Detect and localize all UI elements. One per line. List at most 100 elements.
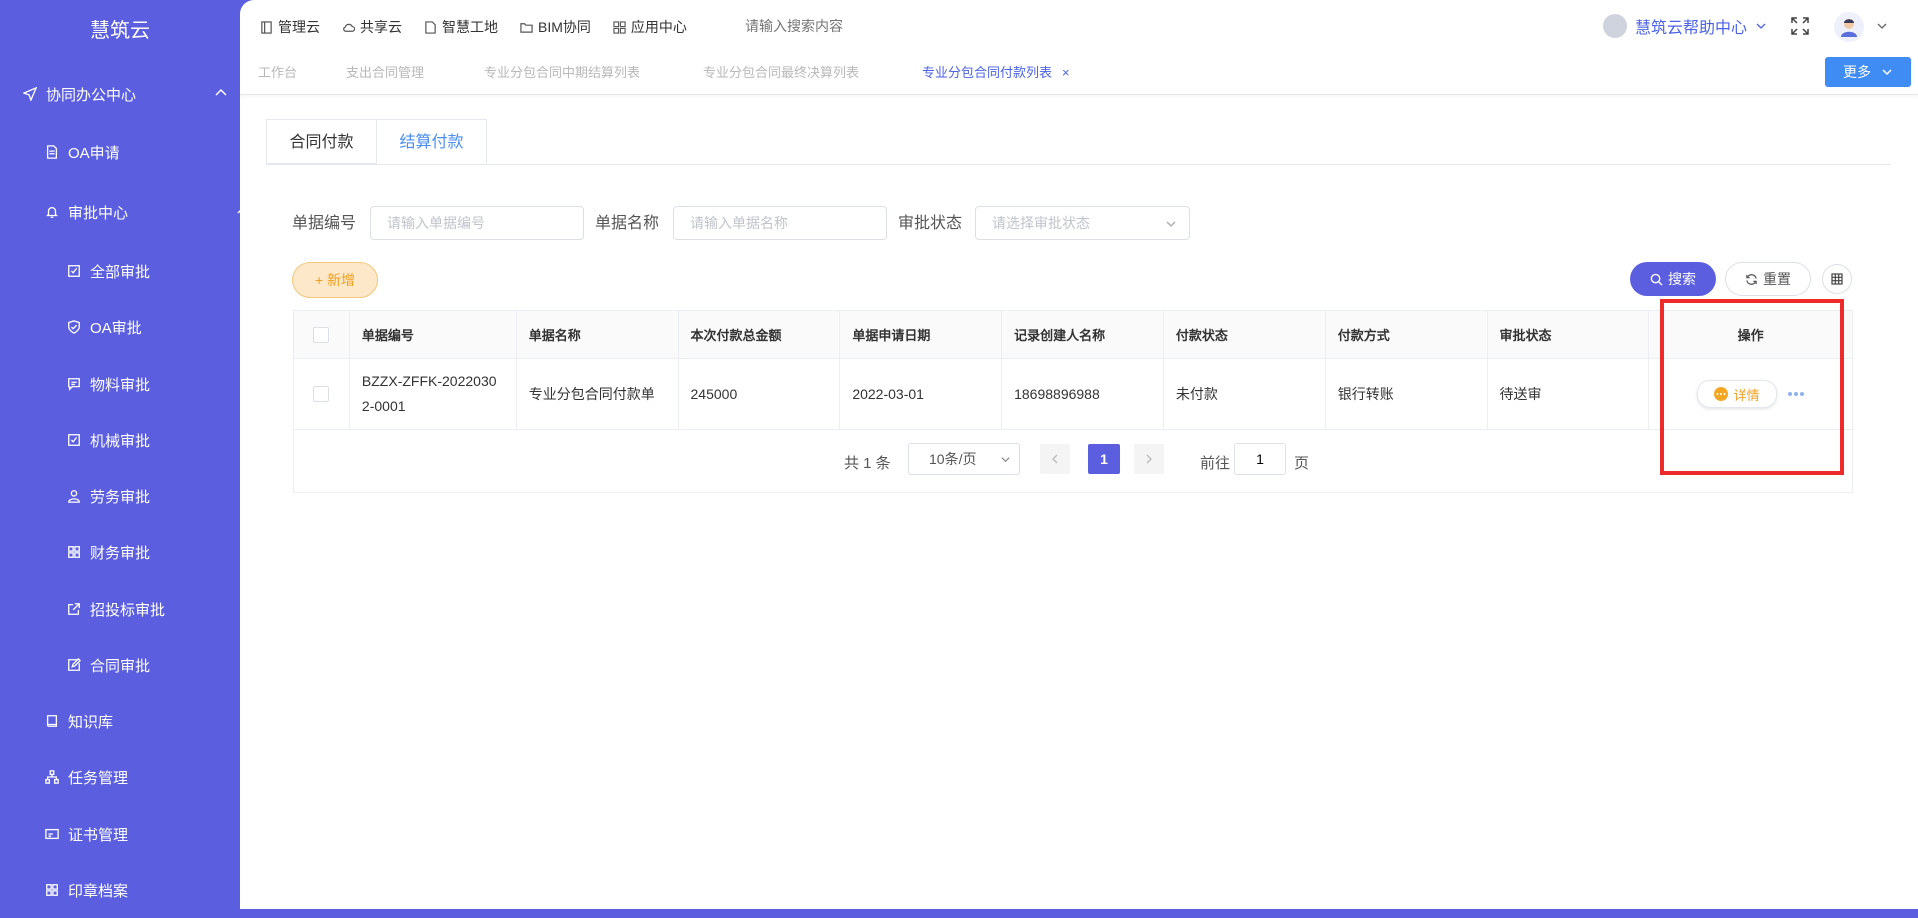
document-icon [44, 144, 60, 160]
chevron-left-icon [1052, 454, 1058, 464]
card-icon [44, 826, 60, 842]
doc-name-input[interactable] [673, 206, 887, 240]
column-header: 付款方式 [1326, 311, 1488, 358]
doc-no-input[interactable] [370, 206, 584, 240]
search-icon [1650, 273, 1663, 286]
chevron-down-icon [1166, 221, 1176, 227]
goto-page-input[interactable] [1234, 443, 1286, 475]
add-button[interactable]: + 新增 [292, 262, 378, 298]
topnav-label: BIM协同 [538, 19, 591, 35]
global-search-input[interactable] [743, 17, 987, 35]
column-settings-button[interactable] [1822, 264, 1852, 294]
tablet-icon [261, 20, 272, 34]
more-tabs-button[interactable]: 更多 [1825, 57, 1911, 87]
sidebar-item-label: 印章档案 [68, 882, 129, 900]
table-grid-icon [1831, 273, 1843, 285]
sidebar-item-label: 物料审批 [90, 376, 151, 394]
fullscreen-icon[interactable] [1790, 16, 1810, 36]
sidebar-item-label: 任务管理 [68, 769, 129, 787]
topnav-share-cloud[interactable]: 共享云 [342, 17, 402, 37]
chevron-right-icon [1146, 454, 1152, 464]
more-tabs-label: 更多 [1843, 64, 1871, 80]
tab-workbench[interactable]: 工作台 [258, 54, 297, 92]
approval-status-select[interactable]: 请选择审批状态 [975, 206, 1190, 240]
row-select-cell [294, 359, 350, 429]
sidebar-item-label: 协同办公中心 [46, 86, 137, 104]
tab-subcontract-interim-settlement[interactable]: 专业分包合同中期结算列表 [484, 54, 640, 92]
checkbox-icon [66, 263, 82, 279]
approval-status-placeholder: 请选择审批状态 [992, 215, 1090, 231]
column-header: 审批状态 [1488, 311, 1650, 358]
select-all-cell [294, 311, 350, 358]
document-icon [425, 20, 436, 34]
detail-button[interactable]: 详情 [1696, 380, 1777, 408]
checkbox-icon [66, 432, 82, 448]
cell-doc-name: 专业分包合同付款单 [517, 359, 679, 429]
topnav-smart-site[interactable]: 智慧工地 [424, 17, 498, 37]
help-logo-icon [1603, 14, 1627, 38]
sidebar-item-label: 财务审批 [90, 544, 151, 562]
sidebar-item-label: 机械审批 [90, 432, 151, 450]
reset-button[interactable]: 重置 [1725, 262, 1811, 296]
sidebar-item-label: 知识库 [68, 713, 114, 731]
page-size-value: 10条/页 [929, 451, 977, 467]
page-size-select[interactable]: 10条/页 [908, 443, 1020, 475]
table-header: 单据编号 单据名称 本次付款总金额 单据申请日期 记录创建人名称 付款状态 付款… [294, 311, 1852, 359]
tab-contract-payment[interactable]: 合同付款 [266, 119, 377, 164]
column-header: 单据申请日期 [840, 311, 1003, 358]
avatar[interactable] [1834, 12, 1864, 42]
table-row[interactable]: BZZX-ZFFK-20220302-0001 专业分包合同付款单 245000… [294, 359, 1852, 430]
tab-label: 专业分包合同付款列表 [922, 65, 1053, 80]
next-page-button[interactable] [1134, 444, 1164, 474]
sidebar-item-label: 证书管理 [68, 826, 129, 844]
tab-subcontract-final-settlement[interactable]: 专业分包合同最终决算列表 [703, 54, 859, 92]
page-number-button[interactable]: 1 [1088, 444, 1120, 474]
tab-settlement-payment[interactable]: 结算付款 [376, 119, 487, 164]
topnav-label: 管理云 [278, 19, 320, 35]
send-icon [22, 86, 38, 102]
page-tabs-bar: 工作台 支出合同管理 专业分包合同中期结算列表 专业分包合同最终决算列表 专业分… [240, 54, 1918, 95]
topnav-management-cloud[interactable]: 管理云 [260, 17, 320, 37]
doc-name-label: 单据名称 [595, 215, 660, 232]
sidebar: 慧筑云 协同办公中心 OA申请 审批中心 全部审批 OA审批 物料审批 机械审批… [0, 0, 249, 909]
close-icon[interactable]: × [1062, 65, 1070, 80]
topnav-app-center[interactable]: 应用中心 [613, 17, 687, 37]
sidebar-item-label: OA审批 [90, 319, 142, 337]
column-header: 操作 [1737, 328, 1764, 343]
payment-table: 单据编号 单据名称 本次付款总金额 单据申请日期 记录创建人名称 付款状态 付款… [293, 310, 1853, 493]
tab-expense-contract-management[interactable]: 支出合同管理 [346, 54, 424, 92]
top-nav: 管理云 共享云 智慧工地 BIM协同 应用中心 [260, 0, 687, 54]
goto-label: 前往 [1200, 455, 1231, 472]
pagination-total: 共 1 条 [844, 455, 891, 472]
sidebar-item-collab-office[interactable]: 协同办公中心 [0, 66, 262, 122]
external-icon [66, 601, 82, 617]
add-button-label: + 新增 [314, 272, 356, 288]
sidebar-item-label: 招投标审批 [90, 601, 166, 619]
reset-button-label: 重置 [1763, 271, 1791, 287]
search-button[interactable]: 搜索 [1630, 262, 1716, 296]
tab-subcontract-payment-list[interactable]: 专业分包合同付款列表 × [922, 54, 1070, 92]
topnav-label: 智慧工地 [442, 19, 498, 35]
row-checkbox[interactable] [313, 386, 330, 402]
more-circle-icon [1713, 387, 1728, 401]
column-header: 记录创建人名称 [1002, 311, 1164, 358]
grid-icon [44, 882, 60, 898]
shield-check-icon [66, 319, 82, 335]
user-icon [66, 488, 82, 504]
cell-creator: 18698896988 [1002, 359, 1164, 429]
column-header: 单据编号 [350, 311, 517, 358]
org-icon [44, 769, 60, 785]
help-center-menu[interactable]: 慧筑云帮助中心 [1603, 14, 1767, 38]
prev-page-button[interactable] [1040, 444, 1070, 474]
cell-pay-method: 银行转账 [1326, 359, 1488, 429]
content-tabs: 合同付款 结算付款 [266, 119, 1890, 165]
column-header: 付款状态 [1164, 311, 1326, 358]
chevron-down-icon[interactable] [1876, 20, 1888, 32]
topnav-bim-collab[interactable]: BIM协同 [520, 17, 591, 37]
cell-amount: 245000 [679, 359, 841, 429]
select-all-checkbox[interactable] [313, 326, 330, 343]
doc-no-label: 单据编号 [292, 215, 357, 232]
chevron-up-icon [215, 88, 227, 96]
cell-doc-no: BZZX-ZFFK-20220302-0001 [350, 359, 517, 429]
more-actions-icon[interactable] [1787, 391, 1805, 397]
